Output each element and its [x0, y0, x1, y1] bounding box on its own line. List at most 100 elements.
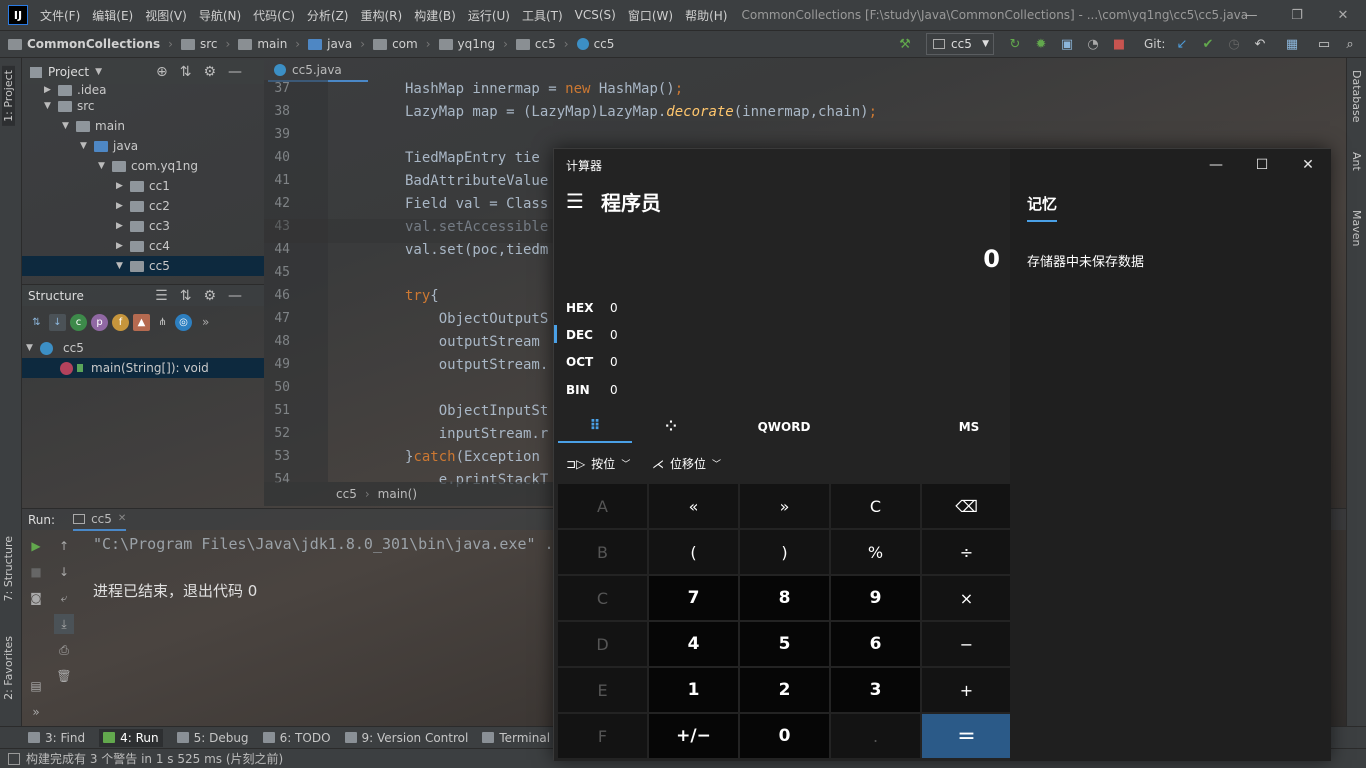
key-backspace-button[interactable]: ⌫	[922, 484, 1011, 528]
menu-code[interactable]: 代码(C)	[247, 7, 301, 24]
chevron-down-icon[interactable]: ▼	[95, 67, 102, 77]
tool-tab-debug[interactable]: 5: Debug	[176, 731, 249, 745]
show-properties-icon[interactable]: p	[91, 313, 108, 331]
panel-actions-icon[interactable]: ⊕⇅⚙—	[156, 64, 254, 80]
key-add-button[interactable]: +	[922, 668, 1011, 712]
tool-tab-terminal[interactable]: Terminal	[482, 731, 550, 745]
close-icon[interactable]: ✕	[1320, 0, 1366, 30]
project-panel-title[interactable]: Project	[48, 65, 89, 79]
crumb-yq1ng[interactable]: yq1ng ›	[438, 37, 508, 51]
full-keypad-tab-icon[interactable]: ⠿	[558, 411, 632, 443]
panel-actions-icon[interactable]: ☰⇅⚙—	[155, 288, 254, 304]
tree-item-cc1[interactable]: ▶ cc1	[22, 176, 264, 196]
tree-item-main[interactable]: ▼ main	[22, 116, 264, 136]
breadcrumb-method[interactable]: main()	[378, 487, 417, 501]
rollback-icon[interactable]: ↶	[1250, 34, 1270, 54]
bitshift-dropdown[interactable]: ⋌ 位移位 ﹀	[652, 455, 721, 472]
show-fields-icon[interactable]: f	[112, 313, 129, 331]
menu-build[interactable]: 构建(B)	[408, 7, 462, 24]
bit-toggle-keypad-icon[interactable]: ⁘	[636, 411, 706, 443]
stop-icon[interactable]: ■	[26, 562, 46, 582]
code-line[interactable]: TiedMapEntry tie	[405, 150, 540, 166]
crumb-com[interactable]: com ›	[373, 37, 431, 51]
soft-wrap-icon[interactable]: ⤶	[54, 588, 74, 608]
project-structure-icon[interactable]: ▦	[1282, 34, 1302, 54]
key-three-button[interactable]: 3	[831, 668, 920, 712]
structure-tool-tab[interactable]: 7: Structure	[2, 536, 15, 601]
scroll-down-icon[interactable]: ↓	[54, 562, 74, 582]
menu-navigate[interactable]: 导航(N)	[193, 7, 247, 24]
code-line[interactable]: }catch(Exception	[405, 449, 540, 465]
key-modulo-button[interactable]: %	[831, 530, 920, 574]
tree-item-cc3[interactable]: ▶ cc3	[22, 216, 264, 236]
camera-icon[interactable]: ◙	[26, 588, 46, 608]
tool-tab-find[interactable]: 3: Find	[28, 731, 85, 745]
git-commit-icon[interactable]: ✔	[1198, 34, 1218, 54]
code-line[interactable]: inputStream.r	[405, 426, 549, 442]
menu-vcs[interactable]: VCS(S)	[569, 8, 622, 22]
crumb-cc5-package[interactable]: cc5 ›	[515, 37, 569, 51]
tool-tab-run[interactable]: 4: Run	[99, 728, 163, 747]
menu-tools[interactable]: 工具(T)	[516, 7, 569, 24]
menu-analyze[interactable]: 分析(Z)	[301, 7, 355, 24]
ant-tool-tab[interactable]: Ant	[1350, 152, 1363, 171]
rerun-icon[interactable]: ▶	[26, 536, 46, 556]
code-line[interactable]: try{	[405, 288, 439, 304]
maven-tool-tab[interactable]: Maven	[1350, 210, 1363, 246]
code-line[interactable]: ObjectOutputS	[405, 311, 549, 327]
tree-item-src[interactable]: ▼ src	[22, 96, 264, 116]
autoscroll-icon[interactable]: ◎	[175, 313, 192, 331]
project-tool-tab[interactable]: 1: Project	[2, 66, 15, 126]
restore-icon[interactable]: ❐	[1274, 0, 1320, 30]
layout-icon[interactable]: ▤	[26, 676, 46, 696]
profile-icon[interactable]: ◔	[1083, 34, 1103, 54]
key-one-button[interactable]: 1	[649, 668, 738, 712]
sort-alpha-icon[interactable]: ↓	[49, 313, 66, 331]
sort-visibility-icon[interactable]: ⇅	[28, 314, 45, 331]
search-icon[interactable]: ⌕	[1340, 34, 1360, 54]
crumb-project[interactable]: CommonCollections ›	[8, 37, 173, 51]
menu-edit[interactable]: 编辑(E)	[86, 7, 139, 24]
favorites-tool-tab[interactable]: 2: Favorites	[2, 636, 15, 700]
menu-run[interactable]: 运行(U)	[462, 7, 516, 24]
scroll-up-icon[interactable]: ↑	[54, 536, 74, 556]
hamburger-menu-icon[interactable]: ☰	[566, 189, 584, 213]
radix-dec[interactable]: DEC 0	[566, 328, 618, 342]
code-line[interactable]: outputStream.	[405, 357, 549, 373]
structure-method-main[interactable]: main(String[]): void	[22, 358, 264, 378]
key-two-button[interactable]: 2	[740, 668, 829, 712]
crumb-main[interactable]: main ›	[238, 37, 300, 51]
code-line[interactable]: ObjectInputSt	[405, 403, 549, 419]
structure-class-cc5[interactable]: ▼ cc5	[22, 338, 264, 358]
memory-tab[interactable]: 记忆	[1027, 193, 1058, 222]
tree-item-java[interactable]: ▼ java	[22, 136, 264, 156]
key-zero-button[interactable]: 0	[740, 714, 829, 758]
run-config-select[interactable]: cc5 ▼	[926, 33, 994, 55]
tool-tab-version-control[interactable]: 9: Version Control	[344, 731, 468, 745]
tree-item-cc5[interactable]: ▼ cc5	[22, 256, 264, 276]
print-icon[interactable]: ⎙	[54, 640, 74, 660]
key-divide-button[interactable]: ÷	[922, 530, 1011, 574]
memory-store-button[interactable]: MS	[934, 411, 1004, 443]
key-clear-button[interactable]: C	[831, 484, 920, 528]
key-left-shift-button[interactable]: «	[649, 484, 738, 528]
code-line[interactable]: val.set(poc,tiedm	[405, 242, 548, 258]
menu-view[interactable]: 视图(V)	[139, 7, 193, 24]
key-right-shift-button[interactable]: »	[740, 484, 829, 528]
tree-item-cc2[interactable]: ▶ cc2	[22, 196, 264, 216]
radix-hex[interactable]: HEX 0	[566, 301, 618, 315]
key-multiply-button[interactable]: ×	[922, 576, 1011, 620]
show-non-public-icon[interactable]: ▲	[133, 313, 150, 331]
radix-bin[interactable]: BIN 0	[566, 383, 618, 397]
word-size-button[interactable]: QWORD	[714, 411, 854, 443]
menu-help[interactable]: 帮助(H)	[679, 7, 733, 24]
scroll-to-end-icon[interactable]: ⤓	[54, 614, 74, 634]
bitwise-dropdown[interactable]: ⊐▷ 按位 ﹀	[566, 455, 630, 472]
show-lambdas-icon[interactable]: ⋔	[154, 314, 171, 331]
code-line[interactable]: outputStream	[405, 334, 540, 350]
breadcrumb-class[interactable]: cc5	[336, 487, 357, 501]
key-negate-button[interactable]: +/−	[649, 714, 738, 758]
editor-tab-cc5[interactable]: cc5.java	[268, 60, 368, 82]
crumb-cc5-class[interactable]: cc5	[576, 37, 614, 51]
key-close-paren-button[interactable]: )	[740, 530, 829, 574]
